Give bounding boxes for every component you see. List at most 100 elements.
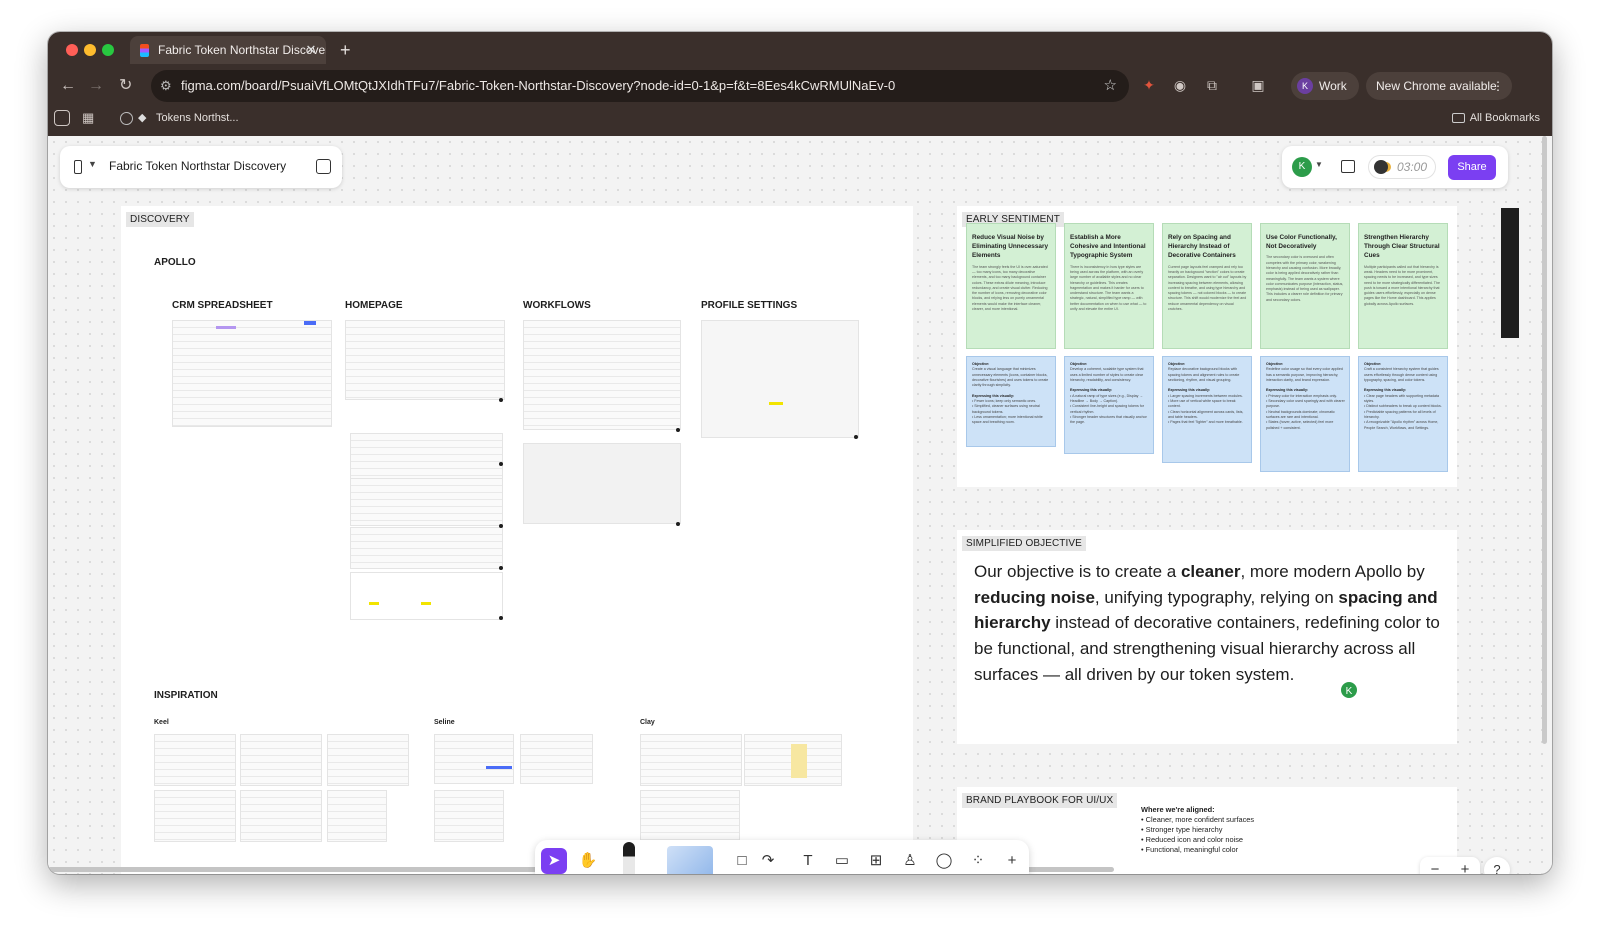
keel-screenshot[interactable] (154, 734, 236, 786)
objective-card-spacing[interactable]: Objective: Replace decorative background… (1162, 356, 1252, 463)
close-tab-icon[interactable]: ✕ (304, 36, 318, 64)
address-bar[interactable]: ⚙ figma.com/board/PsuaiVfLOMtQtJXIdhTFu7… (151, 70, 1129, 102)
figma-favicon-icon (140, 44, 149, 57)
pen-tool-icon[interactable] (623, 842, 635, 874)
browser-tab[interactable]: Fabric Token Northstar Discovery – Figma… (130, 36, 326, 64)
simplified-objective-text[interactable]: Our objective is to create a cleaner, mo… (974, 559, 1440, 688)
objective-card-color[interactable]: Objective: Redefine color usage so that … (1260, 356, 1350, 472)
sentiment-card-spacing[interactable]: Rely on Spacing and Hierarchy Instead of… (1162, 223, 1252, 349)
section-tool-icon[interactable]: ▭ (829, 848, 855, 874)
stamp-tool-icon[interactable]: ♙ (897, 848, 923, 874)
simplified-objective-section[interactable]: SIMPLIFIED OBJECTIVE Our objective is to… (957, 530, 1457, 744)
shape-tool-icon[interactable]: □ (729, 848, 755, 874)
more-tools-icon[interactable]: + (999, 848, 1025, 874)
layout-icon[interactable] (1341, 160, 1355, 173)
seline-screenshot[interactable] (434, 790, 504, 842)
reload-icon[interactable]: ↻ (119, 76, 132, 96)
all-bookmarks-button[interactable]: All Bookmarks (1451, 110, 1540, 126)
crm-spreadsheet-screenshot[interactable] (172, 320, 332, 427)
file-info-panel[interactable]: ▼ Fabric Token Northstar Discovery (60, 146, 342, 188)
pages-icon[interactable] (316, 159, 331, 174)
maximize-window-button[interactable] (102, 44, 114, 56)
close-window-button[interactable] (66, 44, 78, 56)
extensions-puzzle-icon[interactable]: ⧉ (1203, 76, 1221, 94)
homepage-screenshot-5[interactable] (350, 572, 503, 620)
file-name[interactable]: Fabric Token Northstar Discovery (109, 159, 286, 173)
keel-screenshot[interactable] (154, 790, 236, 842)
brand-playbook-section[interactable]: BRAND PLAYBOOK FOR UI/UX Where we're ali… (957, 787, 1457, 874)
sentiment-card-color[interactable]: Use Color Functionally, Not Decoratively… (1260, 223, 1350, 349)
forward-arrow-icon[interactable]: → (88, 76, 104, 96)
objective-card-noise[interactable]: Objective: Create a visual language that… (966, 356, 1056, 447)
early-sentiment-section[interactable]: EARLY SENTIMENT Reduce Visual Noise by E… (957, 206, 1457, 487)
profile-button[interactable]: K Work (1291, 72, 1359, 100)
section-label-simplified-objective[interactable]: SIMPLIFIED OBJECTIVE (962, 536, 1086, 551)
discovery-section[interactable]: DISCOVERY APOLLO CRM SPREADSHEET HOMEPAG… (121, 206, 913, 874)
figma-menu-icon[interactable] (74, 160, 82, 174)
objective-card-hierarchy[interactable]: Objective: Craft a consistent hierarchy … (1358, 356, 1448, 472)
update-label: New Chrome available (1376, 79, 1497, 93)
profile-settings-screenshot[interactable] (701, 320, 859, 438)
crm-purple-tag (216, 326, 236, 329)
zoom-out-button[interactable]: − (1420, 857, 1450, 874)
bookmark-star-icon[interactable]: ☆ (1104, 70, 1117, 102)
seline-screenshot[interactable] (520, 734, 593, 784)
sentiment-card-noise[interactable]: Reduce Visual Noise by Eliminating Unnec… (966, 223, 1056, 349)
select-tool-icon[interactable]: ➤ (541, 848, 567, 874)
minimize-window-button[interactable] (84, 44, 96, 56)
seline-screenshot[interactable] (434, 734, 514, 784)
new-tab-button[interactable]: + (340, 36, 351, 64)
sticky-note-tool-icon[interactable] (667, 846, 713, 874)
sentiment-card-typography[interactable]: Establish a More Cohesive and Intentiona… (1064, 223, 1154, 349)
homepage-screenshot-3[interactable] (350, 478, 503, 526)
sentiment-card-title: Use Color Functionally, Not Decoratively (1266, 234, 1337, 251)
bookmark-tokens-northstar[interactable]: ◆ Tokens Northst... (120, 110, 239, 126)
seline-blue-bar (486, 766, 512, 769)
timer-widget[interactable]: 03:00 (1368, 155, 1436, 179)
section-label-brand-playbook[interactable]: BRAND PLAYBOOK FOR UI/UX (962, 793, 1118, 808)
user-avatar[interactable]: K (1292, 157, 1312, 177)
keel-screenshot[interactable] (240, 790, 322, 842)
site-info-icon[interactable]: ⚙ (160, 70, 172, 102)
objective-label: Objective: (972, 362, 990, 366)
keel-screenshot[interactable] (240, 734, 322, 786)
sentiment-card-hierarchy[interactable]: Strengthen Hierarchy Through Clear Struc… (1358, 223, 1448, 349)
keel-screenshot[interactable] (327, 790, 387, 842)
clay-screenshot[interactable] (640, 734, 742, 786)
update-chrome-button[interactable]: New Chrome available ⋮ (1366, 72, 1512, 100)
zoom-in-button[interactable]: + (1450, 857, 1480, 874)
browser-chrome: Fabric Token Northstar Discovery – Figma… (48, 32, 1552, 136)
extension-pin-icon[interactable]: ✦ (1140, 76, 1158, 94)
keel-screenshot[interactable] (327, 734, 409, 786)
url-text[interactable]: figma.com/board/PsuaiVfLOMtQtJXIdhTFu7/F… (181, 78, 895, 93)
apps-grid-icon[interactable]: ▦ (82, 110, 94, 126)
help-button[interactable]: ? (1484, 857, 1510, 874)
objective-card-typography[interactable]: Objective: Develop a coherent, scalable … (1064, 356, 1154, 454)
camera-extension-icon[interactable]: ◉ (1171, 76, 1189, 94)
comment-tool-icon[interactable]: ◯ (931, 848, 957, 874)
chevron-down-icon[interactable]: ▼ (1315, 160, 1323, 169)
more-vert-icon[interactable]: ⋮ (1492, 72, 1504, 100)
text-tool-icon[interactable]: T (795, 848, 821, 874)
connector-tool-icon[interactable]: ↷ (755, 848, 781, 874)
visually-item: A natural ramp of type sizes (e.g., Disp… (1070, 393, 1143, 404)
sidebar-toggle-icon[interactable] (54, 110, 70, 126)
chevron-down-icon[interactable]: ▼ (88, 159, 97, 169)
sentiment-card-title: Establish a More Cohesive and Intentiona… (1070, 234, 1146, 260)
workflows-screenshot-2[interactable] (523, 443, 681, 524)
clay-screenshot[interactable] (640, 790, 740, 842)
side-panel-tab[interactable] (1501, 208, 1519, 338)
widgets-tool-icon[interactable]: ⁘ (965, 848, 991, 874)
workflows-screenshot-1[interactable] (523, 320, 681, 430)
homepage-screenshot-1[interactable] (345, 320, 505, 400)
tab-title: Fabric Token Northstar Discovery – Figma (158, 43, 326, 57)
hand-tool-icon[interactable]: ✋ (575, 848, 601, 874)
figjam-canvas[interactable]: DISCOVERY APOLLO CRM SPREADSHEET HOMEPAG… (48, 136, 1552, 874)
share-button[interactable]: Share (1448, 155, 1496, 180)
table-tool-icon[interactable]: ⊞ (863, 848, 889, 874)
tab-search-icon[interactable]: ▣ (1249, 76, 1267, 94)
homepage-screenshot-4[interactable] (350, 527, 503, 569)
back-arrow-icon[interactable]: ← (60, 76, 76, 96)
section-label-discovery[interactable]: DISCOVERY (126, 212, 194, 227)
vertical-scrollbar[interactable] (1542, 136, 1547, 744)
